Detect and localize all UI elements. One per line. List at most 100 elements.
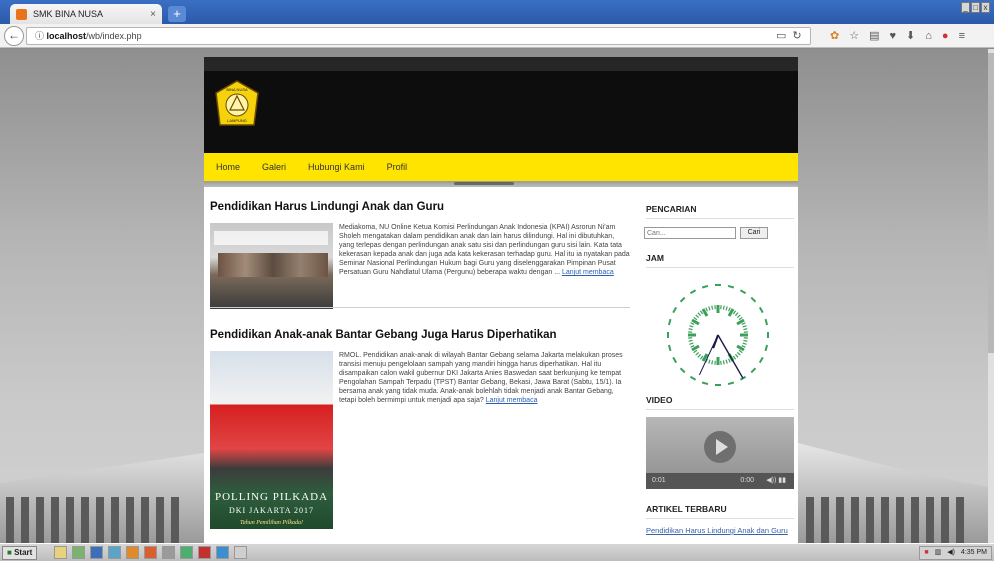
thumbnail-caption: Tahun Pemilihan Pilkada! [239, 520, 304, 526]
clock-outer-mark [764, 318, 769, 326]
clock-tick [736, 314, 741, 319]
clock-outer-mark [750, 367, 757, 374]
clock-outer-mark [672, 306, 678, 314]
app-icon[interactable] [162, 546, 175, 559]
thumbnail-caption: POLLING PILKADA [214, 491, 329, 503]
window-controls: _ □ x [960, 2, 990, 13]
url-bar[interactable]: ⓘ localhost/wb/index.php [26, 27, 811, 45]
clock-outer-mark [679, 367, 686, 374]
video-player[interactable]: 0:01 0:00 ◀)) ▮▮ [646, 417, 794, 489]
vlc-icon[interactable] [126, 546, 139, 559]
browser-tab-bar: SMK BINA NUSA × + _ □ x [0, 0, 994, 24]
new-tab-button[interactable]: + [168, 6, 186, 22]
browser-tab[interactable]: SMK BINA NUSA × [10, 4, 162, 24]
app-icon[interactable] [108, 546, 121, 559]
clock-tick [695, 351, 700, 356]
nav-galeri[interactable]: Galeri [262, 162, 286, 172]
addon-icon[interactable]: ✿ [830, 28, 839, 44]
network-icon[interactable]: ▥ [935, 547, 942, 559]
search-button[interactable]: Cari [740, 227, 768, 239]
clock-outer-mark [667, 318, 672, 326]
clock-tick [689, 342, 694, 345]
clock-outer-mark [727, 284, 735, 289]
nav-hubungi-kami[interactable]: Hubungi Kami [308, 162, 365, 172]
clock-tick [689, 325, 694, 328]
download-icon[interactable]: ⬇ [906, 28, 915, 44]
background-columns-left [6, 497, 179, 543]
clock-tick [697, 312, 702, 317]
firefox-icon[interactable] [144, 546, 157, 559]
play-icon[interactable] [704, 431, 736, 463]
volume-tray-icon[interactable]: ◀) [947, 547, 955, 559]
system-clock[interactable]: 4:35 PM [961, 547, 987, 559]
tray-icon[interactable]: ■ [924, 547, 928, 559]
clock-tick [697, 353, 702, 358]
svg-text:LAMPUNG: LAMPUNG [227, 118, 247, 123]
clock-outer-mark [667, 344, 672, 352]
site-body: Pendidikan Harus Lindungi Anak dan Guru … [204, 187, 798, 543]
app-icon[interactable] [216, 546, 229, 559]
browser-navbar: ← ⓘ localhost/wb/index.php ▭ ↻ ✿ ☆ ▤ ♥ ⬇… [0, 24, 994, 48]
nav-home[interactable]: Home [216, 162, 240, 172]
clock-tick [742, 325, 747, 328]
school-logo-icon[interactable]: BINA NUSA LAMPUNG [214, 79, 260, 131]
clock-tick [741, 322, 746, 325]
post-thumbnail[interactable]: POLLING PILKADA DKI JAKARTA 2017 Tahun P… [210, 351, 333, 529]
app-icon[interactable] [234, 546, 247, 559]
clock-outer-mark [689, 289, 697, 295]
clock-tick [705, 307, 708, 312]
latest-article-link[interactable]: Pendidikan Harus Lindungi Anak dan Guru [646, 526, 794, 535]
home-icon[interactable]: ⌂ [925, 28, 932, 44]
read-more-link[interactable]: Lanjut membaca [562, 269, 614, 276]
video-time: 0:00 [740, 477, 754, 484]
maximize-icon[interactable]: □ [971, 2, 980, 13]
explorer-icon[interactable] [54, 546, 67, 559]
clock-tick [693, 316, 698, 321]
clock-tick [725, 359, 728, 364]
read-more-link[interactable]: Lanjut membaca [486, 397, 538, 404]
page-scrollbar[interactable] [988, 49, 994, 543]
nav-profil[interactable]: Profil [387, 162, 408, 172]
clock-outer-mark [715, 284, 721, 286]
bookmarks-list-icon[interactable]: ▤ [869, 28, 879, 44]
menu-icon[interactable]: ≡ [959, 28, 965, 44]
back-button[interactable]: ← [4, 26, 24, 46]
page-viewport: BINA NUSA LAMPUNG Home Galeri Hubungi Ka… [0, 49, 994, 543]
post-title[interactable]: Pendidikan Anak-anak Bantar Gebang Juga … [210, 329, 630, 341]
pdf-icon[interactable] [198, 546, 211, 559]
post-item: Pendidikan Anak-anak Bantar Gebang Juga … [210, 329, 630, 529]
firefox-account-icon[interactable]: ● [942, 28, 949, 44]
post-thumbnail[interactable] [210, 223, 333, 309]
close-tab-icon[interactable]: × [150, 9, 156, 20]
scrollbar-thumb[interactable] [988, 53, 994, 353]
clock-tick [734, 312, 739, 317]
start-button[interactable]: ■ Start [2, 546, 38, 560]
app-icon[interactable] [90, 546, 103, 559]
reload-icon[interactable]: ↻ [792, 28, 801, 44]
clock-outer-mark [701, 381, 709, 386]
clock-outer-mark [758, 356, 764, 364]
app-icon[interactable] [180, 546, 193, 559]
post-title[interactable]: Pendidikan Harus Lindungi Anak dan Guru [210, 201, 630, 213]
toolbar-icons: ✿ ☆ ▤ ♥ ⬇ ⌂ ● ≡ [830, 28, 965, 44]
close-window-icon[interactable]: x [981, 2, 990, 13]
bookmark-star-icon[interactable]: ☆ [849, 28, 859, 44]
site-main-nav: Home Galeri Hubungi Kami Profil [204, 153, 798, 181]
site-top-strip [204, 57, 798, 71]
favicon-icon [16, 8, 27, 20]
clock-tick [738, 316, 743, 321]
clock-outer-mark [764, 344, 769, 352]
volume-icon[interactable]: ◀)) ▮▮ [766, 473, 786, 489]
site-header: BINA NUSA LAMPUNG [204, 71, 798, 153]
media-icon[interactable] [72, 546, 85, 559]
search-input[interactable] [644, 227, 736, 239]
reader-icon[interactable]: ▭ [776, 28, 786, 44]
pocket-icon[interactable]: ♥ [890, 28, 897, 44]
os-taskbar: ■ Start ■ ▥ ◀) 4:35 PM [0, 543, 994, 561]
thumbnail-caption: DKI JAKARTA 2017 [228, 506, 315, 515]
video-widget-title: VIDEO [646, 395, 794, 410]
search-row: Cari [644, 227, 768, 239]
clock-outer-mark [758, 306, 764, 314]
minimize-icon[interactable]: _ [961, 2, 970, 13]
clock-outer-mark [701, 284, 709, 289]
